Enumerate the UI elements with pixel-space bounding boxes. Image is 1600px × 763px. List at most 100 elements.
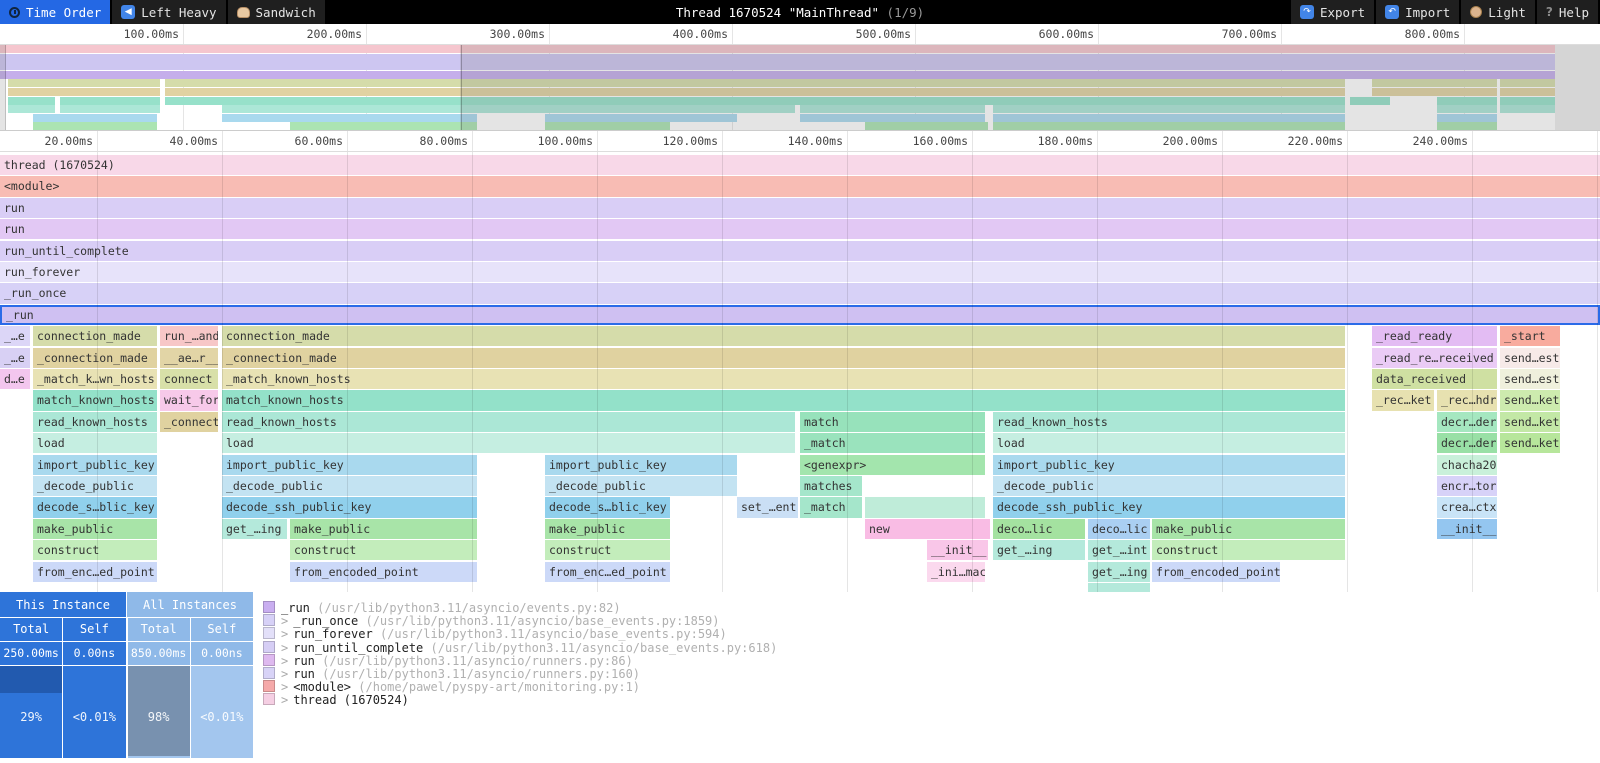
stats-tab-all-instances[interactable]: All Instances	[127, 592, 253, 617]
flame-frame[interactable]: import_public_key	[222, 454, 477, 475]
flame-frame[interactable]: read_known_hosts	[993, 411, 1345, 433]
flame-frame[interactable]: from_enc…ed_point	[545, 561, 670, 582]
flame-frame[interactable]: run_…and	[160, 326, 218, 347]
flame-frame[interactable]: make_public	[290, 518, 477, 540]
flame-frame[interactable]: _match_k…wn_hosts	[33, 369, 157, 390]
flame-frame[interactable]: data_received	[1372, 369, 1497, 390]
tab-sandwich[interactable]: Sandwich	[227, 0, 325, 24]
flame-frame[interactable]	[865, 497, 985, 518]
export-button[interactable]: ↷ Export	[1290, 0, 1375, 24]
minimap-viewport[interactable]	[5, 45, 462, 130]
import-button[interactable]: ↶ Import	[1376, 0, 1460, 24]
flame-frame[interactable]: run_forever	[0, 262, 1600, 283]
flame-frame[interactable]: match_known_hosts	[33, 390, 157, 411]
flame-frame[interactable]: read_known_hosts	[222, 411, 795, 433]
stats-tab-this-instance[interactable]: This Instance	[0, 592, 126, 617]
flame-frame[interactable]: connection_made	[222, 326, 1345, 347]
flame-frame[interactable]: set_…ent	[737, 497, 798, 518]
flame-frame[interactable]: decode_s…blic_key	[545, 497, 670, 518]
flame-frame[interactable]: connection_made	[33, 326, 157, 347]
flame-frame[interactable]: matches	[800, 476, 862, 497]
flame-frame[interactable]: import_public_key	[33, 454, 157, 475]
flame-frame[interactable]: import_public_key	[545, 454, 737, 475]
call-stack-item[interactable]: > thread (1670524)	[263, 693, 1600, 707]
flame-frame[interactable]: decode_s…blic_key	[33, 497, 157, 518]
flame-frame[interactable]: make_public	[1152, 518, 1345, 540]
flame-frame[interactable]: _rec…ket	[1372, 390, 1434, 411]
flame-frame[interactable]: load	[993, 433, 1345, 454]
flame-frame[interactable]: _match_known_hosts	[222, 369, 1345, 390]
flame-frame[interactable]: _run_once	[0, 283, 1600, 304]
flame-frame[interactable]: _…e	[0, 347, 30, 368]
flame-frame[interactable]: from_enc…ed_point	[33, 561, 157, 582]
flame-frame[interactable]: decr…der	[1437, 411, 1497, 433]
flame-frame[interactable]: chacha20	[1437, 454, 1497, 475]
flame-frame[interactable]: run	[0, 219, 1600, 240]
flame-frame[interactable]: _decode_public	[993, 476, 1345, 497]
flame-frame[interactable]: _rec…hdr	[1437, 390, 1497, 411]
flame-frame[interactable]: _ini…mac	[927, 561, 985, 582]
flame-frame[interactable]: _read_ready	[1372, 326, 1497, 347]
call-stack-item[interactable]: > run (/usr/lib/python3.11/asyncio/runner…	[263, 653, 1600, 667]
flame-frame[interactable]: construct	[290, 540, 477, 561]
tab-time-order[interactable]: Time Order	[0, 0, 111, 24]
flame-frame[interactable]: run	[0, 197, 1600, 219]
flame-frame[interactable]: decode_ssh_public_key	[993, 497, 1345, 518]
flame-frame[interactable]: construct	[1152, 540, 1345, 561]
flame-frame[interactable]: <genexpr>	[800, 454, 985, 475]
flame-frame[interactable]: __ae…r__	[160, 347, 218, 368]
flame-frame[interactable]: _match	[800, 433, 985, 454]
flame-frame[interactable]: _connect	[160, 411, 218, 433]
flame-frame[interactable]: _decode_public	[222, 476, 477, 497]
flame-frame[interactable]: get_…ing	[993, 540, 1085, 561]
flame-frame[interactable]: decode_ssh_public_key	[222, 497, 477, 518]
flame-frame[interactable]: _connection_made	[33, 347, 157, 368]
flame-frame[interactable]: send…est	[1500, 347, 1560, 368]
flame-frame[interactable]: make_public	[545, 518, 670, 540]
call-stack-item[interactable]: > <module> (/home/pawel/pyspy-art/monitor…	[263, 680, 1600, 694]
flame-frame[interactable]: construct	[545, 540, 670, 561]
call-stack-item[interactable]: > run (/usr/lib/python3.11/asyncio/runner…	[263, 666, 1600, 681]
flame-frame[interactable]: thread (1670524)	[0, 155, 1600, 176]
flame-frame[interactable]: construct	[33, 540, 157, 561]
flame-frame[interactable]: deco…lic	[993, 518, 1085, 540]
flame-frame[interactable]: send…ket	[1500, 390, 1560, 411]
call-stack-item[interactable]: > run_forever (/usr/lib/python3.11/asynci…	[263, 627, 1600, 641]
flame-frame[interactable]: _match	[800, 497, 862, 518]
flame-frame[interactable]: send…ket	[1500, 411, 1560, 433]
flame-frame[interactable]: __init__	[1437, 518, 1497, 540]
flame-frame[interactable]: wait_for	[160, 390, 218, 411]
flame-frame[interactable]: run_until_complete	[0, 240, 1600, 261]
flame-frame[interactable]: connect	[160, 369, 218, 390]
call-stack-item[interactable]: > _run_once (/usr/lib/python3.11/asyncio/…	[263, 614, 1600, 628]
flame-frame[interactable]: <module>	[0, 176, 1600, 197]
flame-frame[interactable]: read_known_hosts	[33, 411, 157, 433]
flame-frame-selected[interactable]: _run	[0, 304, 1600, 326]
flame-frame[interactable]: make_public	[33, 518, 157, 540]
call-stack-item[interactable]: _run (/usr/lib/python3.11/asyncio/events…	[263, 601, 1600, 615]
flame-frame[interactable]: _read_re…received	[1372, 347, 1497, 368]
flame-frame[interactable]: _decode_public	[33, 476, 157, 497]
flame-frame[interactable]: get_…ing	[222, 518, 287, 540]
flame-frame[interactable]: _…e	[0, 326, 30, 347]
tab-left-heavy[interactable]: ◀ Left Heavy	[112, 0, 226, 24]
flame-frame[interactable]: send…ket	[1500, 433, 1560, 454]
flame-frame[interactable]: match	[800, 411, 985, 433]
flame-frame[interactable]: send…est	[1500, 369, 1560, 390]
help-button[interactable]: ? Help	[1536, 0, 1598, 24]
flame-frame[interactable]: __init__	[927, 540, 988, 561]
flame-frame[interactable]: decr…der	[1437, 433, 1497, 454]
flame-frame[interactable]: encr…tor	[1437, 476, 1497, 497]
flame-frame[interactable]: load	[33, 433, 157, 454]
flame-frame[interactable]: _decode_public	[545, 476, 737, 497]
flame-frame[interactable]: import_public_key	[993, 454, 1345, 475]
flame-frame[interactable]: _connection_made	[222, 347, 1345, 368]
flame-frame[interactable]: from_encoded_point	[1152, 561, 1280, 582]
light-button[interactable]: Light	[1461, 0, 1535, 24]
flame-frame[interactable]: crea…ctx	[1437, 497, 1497, 518]
flame-frame[interactable]: match_known_hosts	[222, 390, 1345, 411]
flame-frame[interactable]: d…e	[0, 369, 30, 390]
flame-chart[interactable]: thread (1670524) <module> run run run_until_…	[0, 152, 1600, 592]
call-stack-item[interactable]: > run_until_complete (/usr/lib/python3.11…	[263, 640, 1600, 654]
flame-frame[interactable]: from_encoded_point	[290, 561, 477, 582]
